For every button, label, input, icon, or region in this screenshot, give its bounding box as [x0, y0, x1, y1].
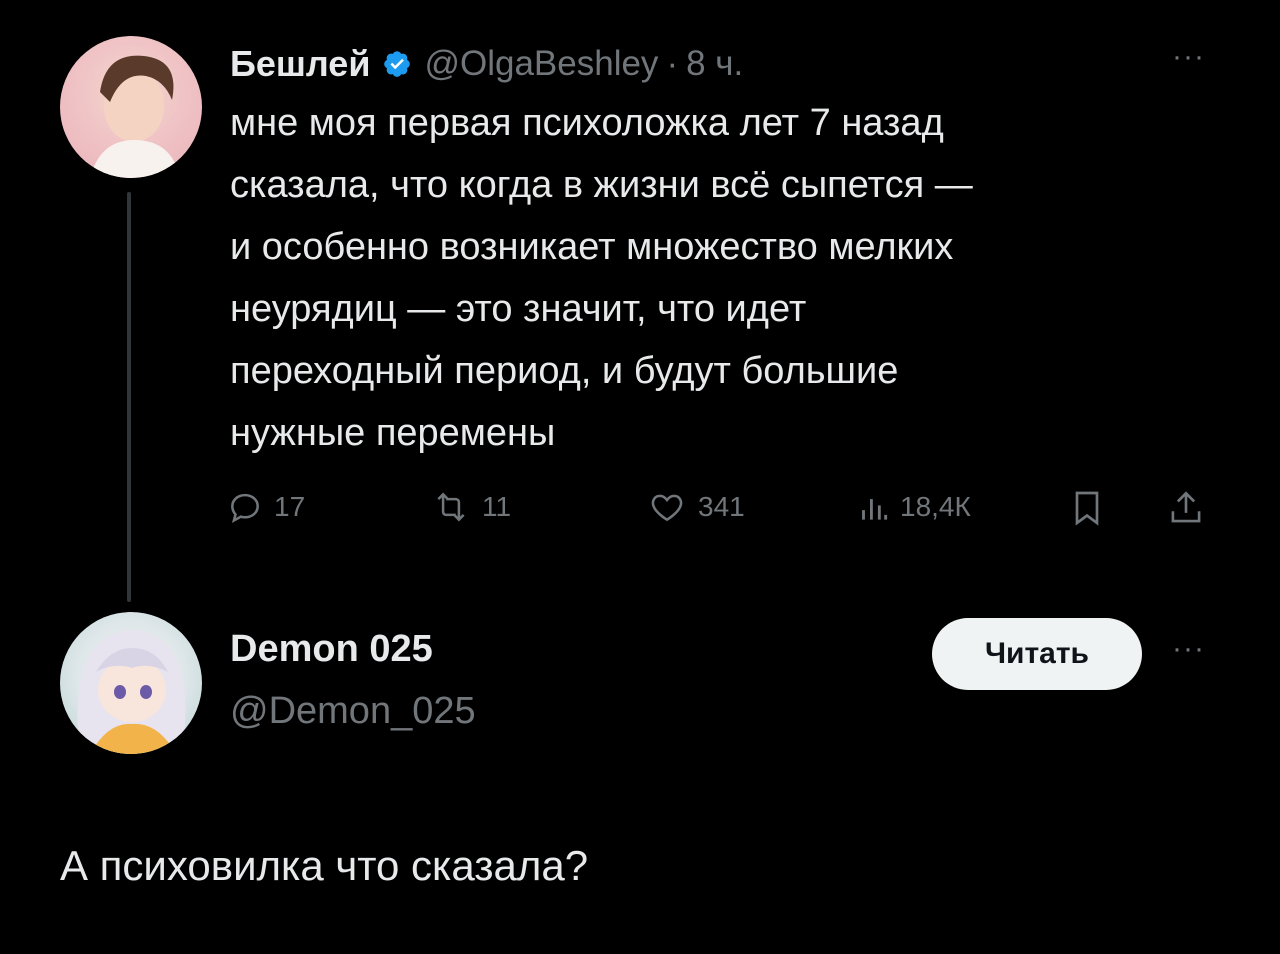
profile-avatar[interactable] [60, 612, 202, 754]
share-icon [1171, 491, 1201, 523]
profile-avatar-image [77, 630, 186, 754]
profile-name[interactable]: Demon 025 [230, 628, 433, 670]
tweet-header: Бешлей @OlgaBeshley · 8 ч. [230, 40, 743, 88]
views-count: 18,4К [900, 491, 971, 522]
follow-button[interactable]: Читать [932, 618, 1142, 690]
heart-icon [651, 494, 683, 522]
analytics-icon [862, 499, 888, 520]
share-button[interactable] [1168, 488, 1204, 528]
more-options-icon[interactable]: ··· [1172, 40, 1205, 74]
thread-line [127, 192, 131, 602]
reply-count: 17 [274, 491, 306, 522]
more-options-icon-2[interactable]: ··· [1172, 632, 1205, 666]
tweet-actions: 17 11 341 18,4К [226, 488, 1216, 538]
repost-count: 11 [482, 491, 512, 522]
bookmark-icon [1075, 491, 1099, 526]
views-button[interactable]: 18,4К [856, 488, 971, 526]
author-avatar[interactable] [60, 36, 202, 178]
author-handle[interactable]: @OlgaBeshley [424, 44, 658, 84]
like-button[interactable]: 341 [646, 488, 745, 526]
author-avatar-image [90, 55, 180, 178]
author-name[interactable]: Бешлей [230, 43, 370, 85]
reply-text: А психовилка что сказала? [60, 842, 589, 889]
repost-button[interactable]: 11 [430, 488, 511, 526]
reply-button[interactable]: 17 [226, 488, 305, 526]
verified-badge-icon [382, 49, 412, 79]
bookmark-button[interactable] [1070, 488, 1104, 528]
reply-icon [231, 493, 259, 523]
repost-icon [437, 492, 465, 522]
like-count: 341 [698, 491, 745, 522]
tweet-time[interactable]: 8 ч. [686, 44, 743, 84]
tweet-text: мне моя первая психоложка лет 7 назад ск… [230, 102, 973, 454]
separator-dot: · [666, 44, 679, 83]
profile-header: Demon 025 [230, 628, 433, 671]
profile-handle[interactable]: @Demon_025 [230, 690, 476, 733]
